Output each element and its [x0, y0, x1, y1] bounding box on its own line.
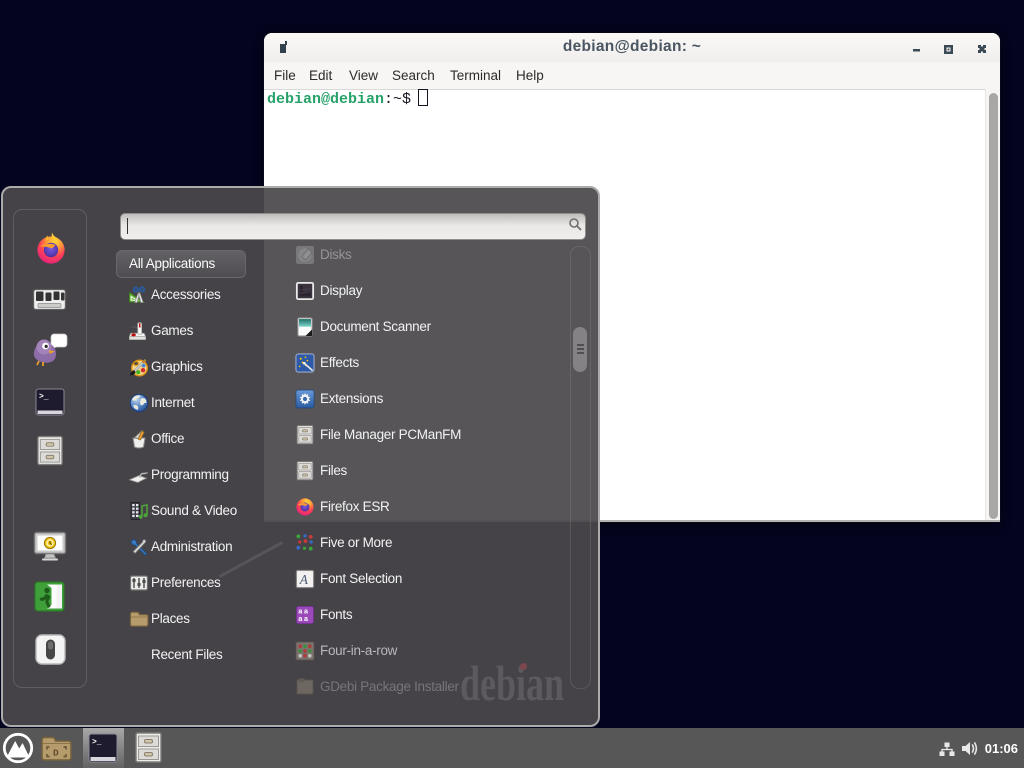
- svg-text:D: D: [53, 748, 59, 759]
- svg-text:A: A: [299, 572, 309, 587]
- svg-text:>_: >_: [92, 738, 102, 747]
- svg-text:>_: >_: [39, 393, 49, 402]
